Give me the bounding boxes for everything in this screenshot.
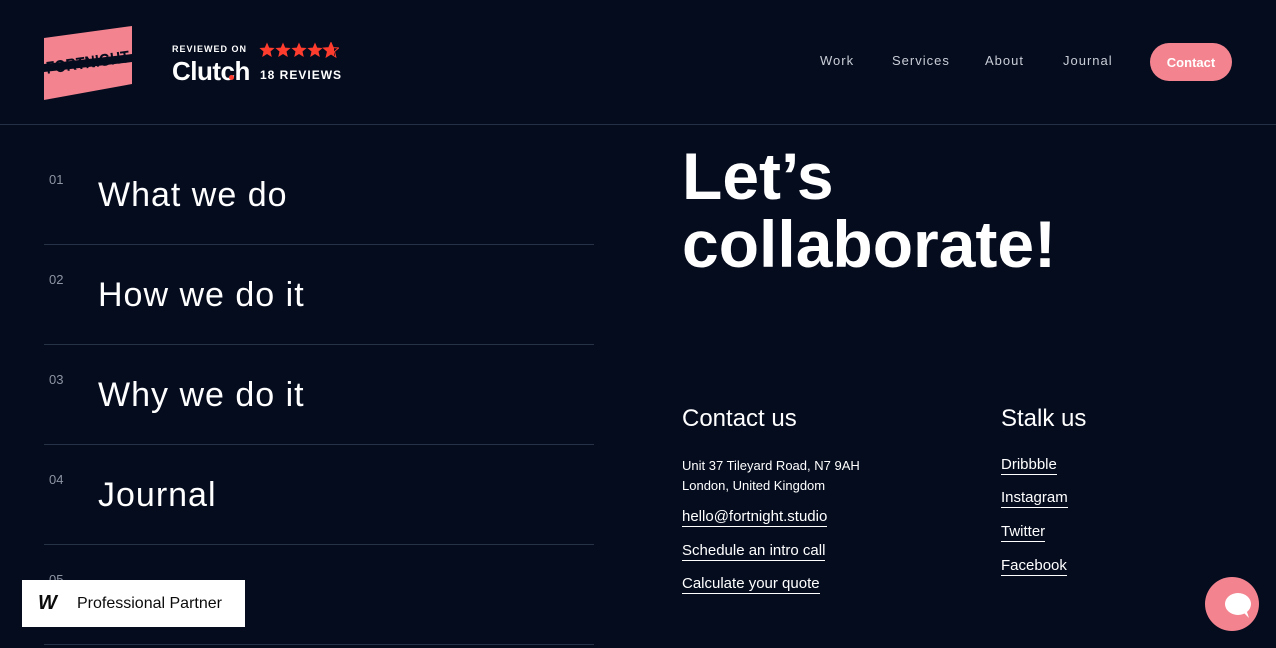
menu-item-what-we-do[interactable]: 01 What we do bbox=[44, 144, 594, 245]
reviews-count: 18 REVIEWS bbox=[260, 68, 343, 82]
star-icon bbox=[307, 42, 323, 57]
chat-button[interactable] bbox=[1205, 577, 1259, 631]
menu-number: 04 bbox=[49, 472, 64, 487]
menu-label: How we do it bbox=[98, 276, 305, 314]
address: Unit 37 Tileyard Road, N7 9AH London, Un… bbox=[682, 456, 860, 496]
badge-label: Professional Partner bbox=[77, 594, 222, 612]
chat-bubble-icon bbox=[1225, 593, 1251, 618]
reviewed-on-label: REVIEWED ON bbox=[172, 44, 248, 54]
menu-label: Why we do it bbox=[98, 376, 305, 414]
menu-label: Journal bbox=[98, 476, 217, 514]
facebook-link[interactable]: Facebook bbox=[1001, 557, 1067, 576]
contact-title: Contact us bbox=[682, 405, 797, 432]
social-title: Stalk us bbox=[1001, 405, 1087, 432]
address-line-1: Unit 37 Tileyard Road, N7 9AH bbox=[682, 458, 860, 473]
menu-number: 02 bbox=[49, 272, 64, 287]
menu-number: 03 bbox=[49, 372, 64, 387]
star-icon bbox=[275, 42, 291, 57]
nav-services[interactable]: Services bbox=[892, 53, 950, 68]
fortnight-logo[interactable]: FORTNIGHT bbox=[40, 24, 136, 104]
clutch-brand: Clutch bbox=[172, 56, 250, 86]
hero-heading: Let’s collaborate! bbox=[682, 142, 1056, 278]
rating-stars bbox=[259, 42, 339, 58]
menu-item-how-we-do-it[interactable]: 02 How we do it bbox=[44, 244, 594, 345]
hero-line-1: Let’s bbox=[682, 139, 834, 213]
nav-journal[interactable]: Journal bbox=[1063, 53, 1113, 68]
site-header: FORTNIGHT REVIEWED ON Clutch 18 REVIEWS … bbox=[0, 0, 1276, 125]
star-icon bbox=[259, 42, 275, 57]
webflow-logo-icon: W bbox=[38, 592, 57, 614]
contact-button[interactable]: Contact bbox=[1150, 43, 1232, 81]
menu-number: 01 bbox=[49, 172, 64, 187]
menu-item-why-we-do-it[interactable]: 03 Why we do it bbox=[44, 344, 594, 445]
address-line-2: London, United Kingdom bbox=[682, 478, 826, 493]
instagram-link[interactable]: Instagram bbox=[1001, 489, 1068, 508]
star-icon bbox=[291, 42, 307, 57]
webflow-partner-badge[interactable]: W Professional Partner bbox=[22, 580, 245, 627]
twitter-link[interactable]: Twitter bbox=[1001, 523, 1046, 542]
quote-link[interactable]: Calculate your quote bbox=[682, 575, 820, 594]
menu-label: What we do bbox=[98, 176, 288, 214]
schedule-call-link[interactable]: Schedule an intro call bbox=[682, 542, 826, 561]
dribbble-link[interactable]: Dribbble bbox=[1001, 456, 1057, 475]
nav-work[interactable]: Work bbox=[820, 53, 854, 68]
menu-item-journal[interactable]: 04 Journal bbox=[44, 444, 594, 545]
hero-line-2: collaborate! bbox=[682, 207, 1057, 281]
nav-about[interactable]: About bbox=[985, 53, 1024, 68]
email-link[interactable]: hello@fortnight.studio bbox=[682, 508, 828, 527]
clutch-dot bbox=[229, 75, 234, 80]
